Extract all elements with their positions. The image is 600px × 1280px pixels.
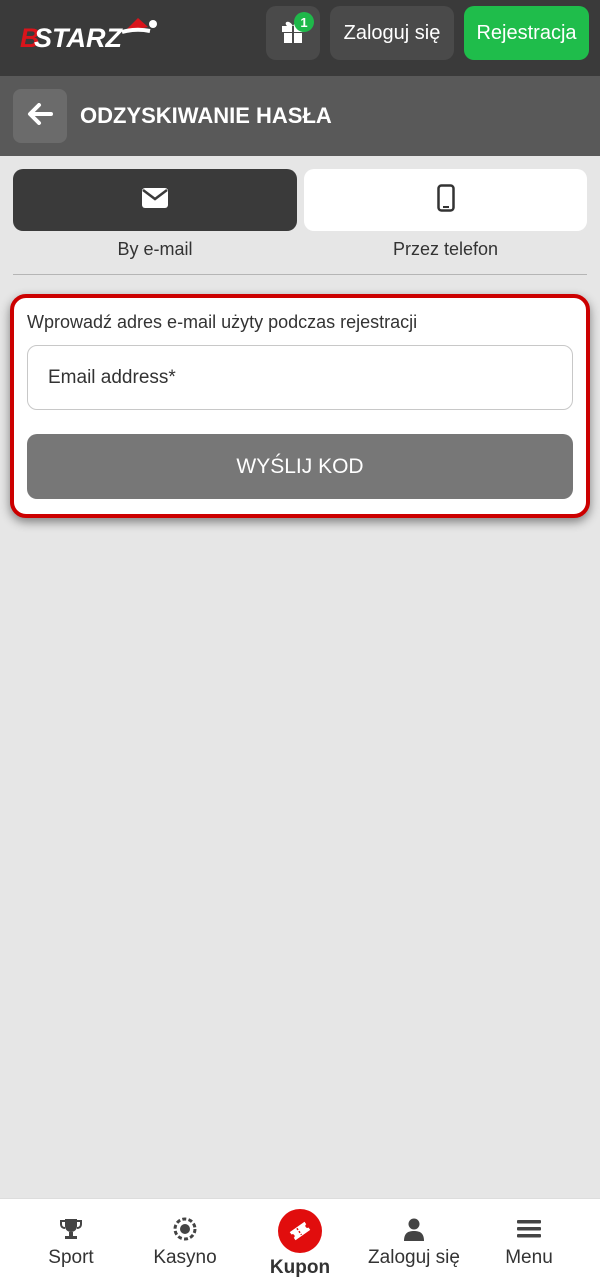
register-button[interactable]: Rejestracja — [464, 6, 589, 60]
page-header: ODZYSKIWANIE HASŁA — [0, 76, 600, 156]
nav-item-login[interactable]: Zaloguj się — [358, 1199, 470, 1280]
arrow-left-icon — [27, 102, 53, 130]
nav-item-kasyno[interactable]: Kasyno — [136, 1199, 234, 1280]
nav-item-menu[interactable]: Menu — [480, 1199, 578, 1280]
gift-button[interactable]: 1 — [266, 6, 320, 60]
nav-label-menu: Menu — [505, 1247, 553, 1268]
divider — [13, 274, 587, 275]
svg-text:STARZ: STARZ — [34, 23, 123, 53]
nav-label-kupon: Kupon — [269, 1257, 331, 1278]
tab-email-label[interactable]: By e-mail — [13, 239, 297, 260]
top-bar: B STARZ 1 Zaloguj się Rejestracja — [0, 0, 600, 76]
hamburger-icon — [516, 1217, 542, 1241]
back-button[interactable] — [13, 89, 67, 143]
bottom-nav: Sport Kasyno Kupon Zaloguj się Menu — [0, 1198, 600, 1280]
tab-email[interactable] — [13, 169, 297, 231]
phone-icon — [436, 183, 455, 217]
email-input[interactable] — [27, 345, 573, 410]
tab-phone-label[interactable]: Przez telefon — [304, 239, 587, 260]
ticket-icon — [278, 1209, 322, 1253]
envelope-icon — [141, 187, 169, 214]
nav-label-login: Zaloguj się — [368, 1247, 460, 1268]
nav-item-kupon[interactable]: Kupon — [251, 1199, 349, 1280]
nav-label-sport: Sport — [48, 1247, 94, 1268]
tab-phone[interactable] — [304, 169, 587, 231]
user-icon — [402, 1217, 426, 1241]
trophy-icon — [59, 1217, 83, 1241]
gift-count-badge: 1 — [294, 12, 314, 32]
casino-chip-icon — [173, 1217, 197, 1241]
email-recovery-form: Wprowadź adres e-mail użyty podczas reje… — [10, 294, 590, 518]
login-button[interactable]: Zaloguj się — [330, 6, 454, 60]
nav-label-kasyno: Kasyno — [153, 1247, 217, 1268]
send-code-button[interactable]: WYŚLIJ KOD — [27, 434, 573, 499]
page-title: ODZYSKIWANIE HASŁA — [80, 103, 332, 128]
form-instruction: Wprowadź adres e-mail użyty podczas reje… — [27, 312, 418, 332]
nav-item-sport[interactable]: Sport — [22, 1199, 120, 1280]
logo[interactable]: B STARZ — [20, 14, 162, 58]
